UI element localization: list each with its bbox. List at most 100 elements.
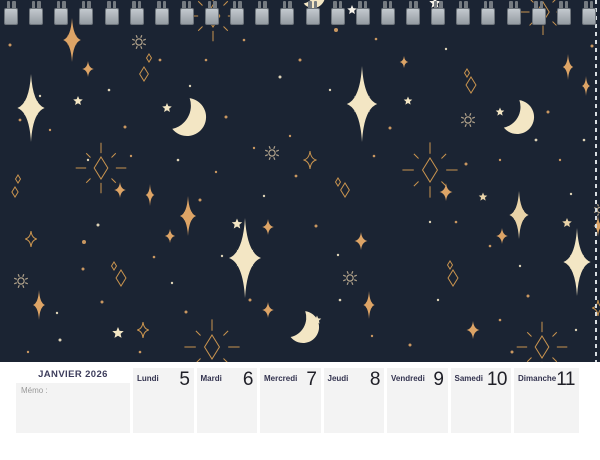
day-cell: Mercredi 7 bbox=[260, 368, 321, 433]
star-dot bbox=[215, 171, 217, 173]
star-dot bbox=[511, 351, 514, 354]
binder-ring bbox=[155, 1, 169, 26]
ring-body bbox=[105, 8, 119, 25]
star-dot bbox=[27, 351, 29, 353]
star-dot bbox=[371, 335, 373, 337]
ring-body bbox=[4, 8, 18, 25]
day-name: Samedi bbox=[455, 371, 483, 383]
day-name: Jeudi bbox=[328, 371, 349, 383]
ring-body bbox=[230, 8, 244, 25]
star-dot bbox=[409, 344, 412, 347]
day-number: 6 bbox=[243, 371, 253, 388]
binder-ring bbox=[180, 1, 194, 26]
star-dot bbox=[429, 221, 431, 223]
ring-body bbox=[180, 8, 194, 25]
day-number: 10 bbox=[487, 371, 507, 388]
binder-ring bbox=[54, 1, 68, 26]
star-dot bbox=[97, 224, 100, 227]
day-cell: Dimanche 11 bbox=[514, 368, 579, 433]
binder-ring bbox=[105, 1, 119, 26]
star-dot bbox=[82, 268, 85, 271]
star-dot bbox=[101, 301, 104, 304]
binder-ring bbox=[255, 1, 269, 26]
star-dot bbox=[177, 159, 180, 162]
star-dot bbox=[295, 175, 298, 178]
binder-ring bbox=[582, 1, 596, 26]
star-dot bbox=[56, 312, 58, 314]
star-dot bbox=[189, 85, 191, 87]
star-dot bbox=[535, 139, 538, 142]
star-dot bbox=[329, 89, 331, 91]
day-name: Dimanche bbox=[518, 371, 556, 383]
star-dot bbox=[373, 155, 376, 158]
star-dot bbox=[455, 221, 458, 224]
star-dot bbox=[489, 245, 492, 248]
star-dot bbox=[221, 255, 223, 257]
day-cell: Vendredi 9 bbox=[387, 368, 448, 433]
ring-body bbox=[79, 8, 93, 25]
star-dot bbox=[575, 329, 577, 331]
star-dot bbox=[465, 163, 468, 166]
binder-ring bbox=[356, 1, 370, 26]
day-number: 8 bbox=[370, 371, 380, 388]
day-cells-row: Lundi 5 Mardi 6 Mercredi 7 Jeudi 8 Vendr… bbox=[133, 368, 579, 433]
binder-ring bbox=[557, 1, 571, 26]
binder-ring bbox=[130, 1, 144, 26]
binder-ring bbox=[230, 1, 244, 26]
binder-ring bbox=[4, 1, 18, 26]
perforation-edge bbox=[595, 0, 597, 362]
star-dot bbox=[49, 129, 51, 131]
binder-ring bbox=[280, 1, 294, 26]
star-dot bbox=[171, 282, 173, 284]
star-dot bbox=[527, 295, 530, 298]
ring-body bbox=[255, 8, 269, 25]
star-dot bbox=[389, 127, 392, 130]
month-title: JANVIER 2026 bbox=[16, 368, 130, 381]
ring-body bbox=[54, 8, 68, 25]
ring-body bbox=[331, 8, 345, 25]
ring-body bbox=[582, 8, 596, 25]
star-dot bbox=[570, 193, 572, 195]
binder-ring bbox=[481, 1, 495, 26]
star-dot bbox=[199, 199, 202, 202]
calendar-left-column: JANVIER 2026 Mémo : bbox=[16, 368, 130, 433]
star-dot bbox=[315, 225, 318, 228]
star-dot bbox=[243, 39, 246, 42]
star-dot bbox=[289, 135, 291, 137]
star-dot bbox=[82, 240, 86, 244]
day-cell: Jeudi 8 bbox=[324, 368, 385, 433]
binder-ring bbox=[532, 1, 546, 26]
memo-label: Mémo : bbox=[21, 386, 48, 395]
day-name: Mardi bbox=[201, 371, 222, 383]
star-dot bbox=[279, 76, 282, 79]
star-dot bbox=[39, 95, 41, 97]
starry-sky-canvas bbox=[0, 0, 600, 362]
day-cell: Samedi 10 bbox=[451, 368, 512, 433]
day-number: 11 bbox=[556, 371, 575, 388]
star-dot bbox=[249, 299, 252, 302]
ring-body bbox=[205, 8, 219, 25]
day-number: 7 bbox=[306, 371, 316, 388]
ring-body bbox=[557, 8, 571, 25]
star-dot bbox=[591, 45, 594, 48]
day-name: Lundi bbox=[137, 371, 159, 383]
star-dot bbox=[299, 59, 302, 62]
ring-body bbox=[507, 8, 521, 25]
night-sky-background bbox=[0, 0, 600, 362]
star-dot bbox=[445, 48, 447, 50]
star-dot bbox=[339, 299, 342, 302]
binder-ring bbox=[456, 1, 470, 26]
binder-ring bbox=[507, 1, 521, 26]
star-dot bbox=[559, 159, 561, 161]
spiral-binding bbox=[0, 1, 600, 27]
star-dot bbox=[185, 311, 188, 314]
star-dot bbox=[437, 299, 439, 301]
ring-body bbox=[456, 8, 470, 25]
ring-body bbox=[29, 8, 43, 25]
star-dot bbox=[263, 195, 265, 197]
star-dot bbox=[225, 116, 228, 119]
ring-body bbox=[431, 8, 445, 25]
star-dot bbox=[159, 59, 162, 62]
ring-body bbox=[130, 8, 144, 25]
ring-body bbox=[532, 8, 546, 25]
